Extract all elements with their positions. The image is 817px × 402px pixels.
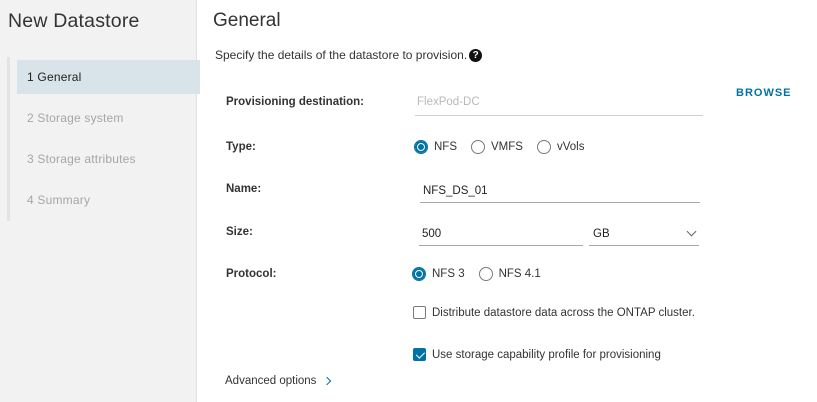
radio-nfs-label: NFS [434, 141, 457, 153]
capability-profile-checkbox[interactable] [413, 348, 426, 361]
name-label: Name: [226, 183, 262, 195]
page-title: General [213, 10, 281, 31]
advanced-options-label: Advanced options [225, 375, 317, 387]
size-label: Size: [226, 226, 253, 238]
protocol-option-nfs41[interactable]: NFS 4.1 [478, 267, 541, 281]
size-unit-value: GB [593, 228, 610, 240]
radio-vmfs[interactable] [471, 140, 485, 154]
destination-field[interactable]: FlexPod-DC [415, 96, 703, 116]
radio-nfs[interactable] [414, 140, 428, 154]
capability-profile-option[interactable]: Use storage capability profile for provi… [413, 348, 661, 361]
radio-nfs41-label: NFS 4.1 [498, 268, 541, 280]
radio-vvols[interactable] [536, 140, 551, 154]
browse-button[interactable]: BROWSE [736, 87, 792, 99]
step-storage-system[interactable]: 2 Storage system [17, 101, 200, 135]
new-datastore-wizard: New Datastore 1 General 2 Storage system… [0, 0, 817, 402]
radio-nfs3-label: NFS 3 [432, 268, 465, 280]
wizard-steps: 1 General 2 Storage system 3 Storage att… [7, 57, 200, 221]
size-input[interactable]: 500 [419, 226, 583, 246]
step-general[interactable]: 1 General [17, 60, 200, 94]
capability-profile-label: Use storage capability profile for provi… [432, 348, 661, 361]
main-panel: General Specify the details of the datas… [198, 0, 817, 402]
protocol-option-nfs3[interactable]: NFS 3 [412, 267, 465, 281]
radio-vvols-label: vVols [556, 141, 585, 153]
type-label: Type: [226, 141, 256, 153]
page-subtitle: Specify the details of the datastore to … [215, 48, 483, 62]
subtitle-text: Specify the details of the datastore to … [215, 48, 468, 62]
distribute-checkbox[interactable] [413, 306, 426, 319]
wizard-title: New Datastore [8, 10, 140, 32]
type-option-nfs[interactable]: NFS [414, 140, 457, 154]
type-option-vmfs[interactable]: VMFS [471, 140, 523, 154]
protocol-radio-group: NFS 3 NFS 4.1 [412, 267, 555, 281]
radio-nfs3[interactable] [412, 267, 426, 281]
protocol-label: Protocol: [226, 268, 277, 280]
type-radio-group: NFS VMFS vVols [414, 140, 598, 154]
step-summary[interactable]: 4 Summary [17, 183, 200, 217]
chevron-right-icon [323, 376, 332, 386]
chevron-down-icon [686, 226, 697, 237]
advanced-options-toggle[interactable]: Advanced options [225, 375, 332, 387]
distribute-label: Distribute datastore data across the ONT… [432, 306, 695, 319]
name-input[interactable]: NFS_DS_01 [420, 183, 700, 203]
step-storage-attributes[interactable]: 3 Storage attributes [17, 142, 200, 176]
wizard-sidebar: New Datastore 1 General 2 Storage system… [0, 0, 200, 402]
size-unit-select[interactable]: GB [589, 226, 699, 246]
type-option-vvols[interactable]: vVols [536, 140, 585, 154]
radio-nfs41[interactable] [478, 267, 493, 281]
radio-vmfs-label: VMFS [491, 141, 523, 153]
distribute-option[interactable]: Distribute datastore data across the ONT… [413, 306, 695, 319]
destination-label: Provisioning destination: [226, 96, 365, 108]
help-icon[interactable]: ? [469, 48, 483, 62]
